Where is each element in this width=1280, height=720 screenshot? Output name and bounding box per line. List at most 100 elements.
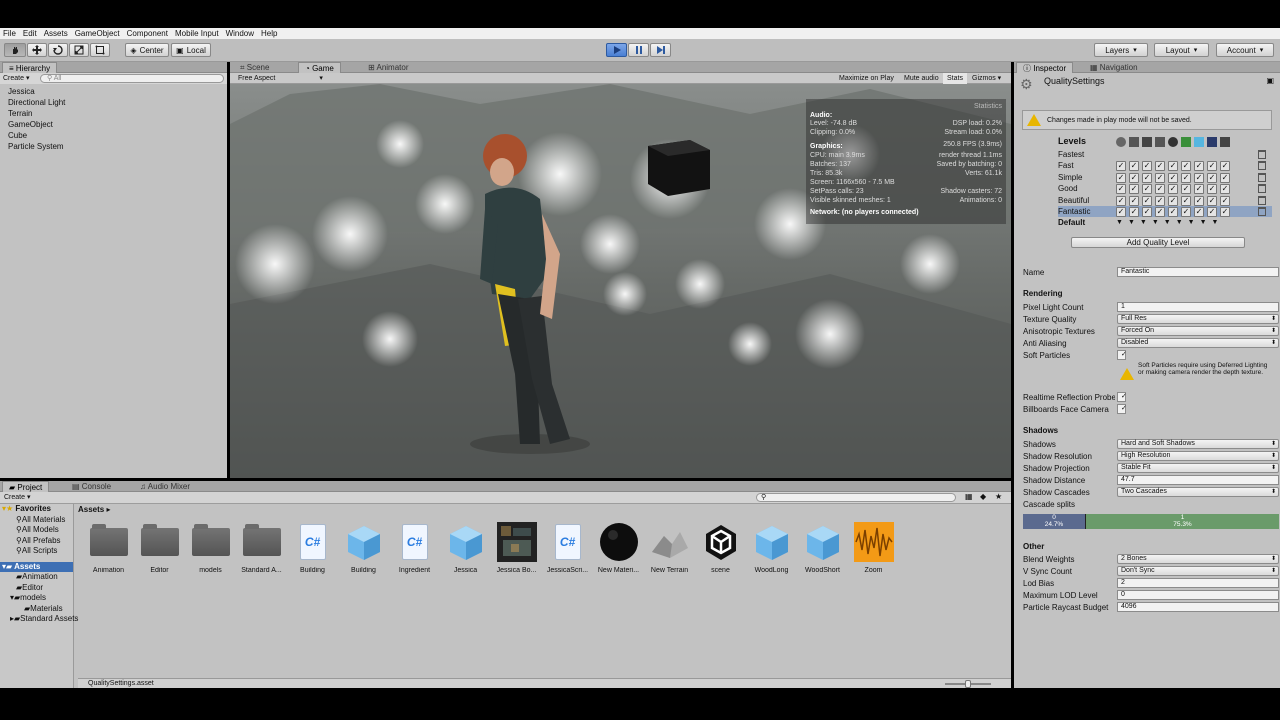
move-tool-button[interactable] [27,43,47,57]
lod-bias-input[interactable]: 2 [1117,578,1279,588]
raycast-budget-input[interactable]: 4096 [1117,602,1279,612]
tree-item[interactable]: ⚲All Models [0,525,73,536]
hierarchy-item[interactable]: Cube [0,130,227,141]
tree-item[interactable]: ⚲All Scripts [0,546,73,557]
checkbox[interactable]: ✓ [1207,161,1217,172]
chevron-down-icon[interactable]: ▼ [1116,217,1123,228]
asset-item[interactable]: Jessica Bo... [491,521,542,574]
hierarchy-item[interactable]: GameObject [0,119,227,130]
shadow-projection-select[interactable]: Stable Fit [1117,463,1279,473]
checkbox[interactable]: ✓ [1207,172,1217,183]
asset-item[interactable]: WoodShort [797,521,848,574]
checkbox[interactable]: ✓ [1207,206,1217,217]
checkbox[interactable]: ✓ [1116,184,1126,195]
checkbox[interactable]: ✓ [1155,195,1165,206]
checkbox[interactable]: ✓ [1194,184,1204,195]
checkbox[interactable]: ✓ [1155,161,1165,172]
menu-mobile-input[interactable]: Mobile Input [172,29,223,38]
menu-window[interactable]: Window [223,29,258,38]
stats-toggle[interactable]: Stats [943,73,967,84]
soft-particles-checkbox[interactable]: ✓ [1117,350,1127,360]
scale-tool-button[interactable] [69,43,89,57]
trash-icon[interactable] [1258,195,1266,205]
checkbox[interactable]: ✓ [1129,206,1139,217]
checkbox[interactable]: ✓ [1155,172,1165,183]
checkbox[interactable]: ✓ [1181,195,1191,206]
realtime-reflection-checkbox[interactable]: ✓ [1117,392,1127,402]
cascade-split-1[interactable]: 1 75.3% [1086,514,1279,529]
trash-icon[interactable] [1258,161,1266,171]
asset-item[interactable]: Editor [134,521,185,574]
checkbox[interactable]: ✓ [1116,161,1126,172]
checkbox[interactable]: ✓ [1220,184,1230,195]
trash-icon[interactable] [1258,184,1266,194]
checkbox[interactable]: ✓ [1116,172,1126,183]
tree-item[interactable]: ⚲All Prefabs [0,536,73,547]
menu-component[interactable]: Component [124,29,172,38]
blend-weights-select[interactable]: 2 Bones [1117,554,1279,564]
checkbox[interactable]: ✓ [1116,206,1126,217]
texture-quality-select[interactable]: Full Res [1117,314,1279,324]
layers-dropdown[interactable]: Layers [1094,43,1148,57]
pixel-light-count-input[interactable]: 1 [1117,302,1279,312]
checkbox[interactable]: ✓ [1220,172,1230,183]
hand-tool-button[interactable] [4,43,26,57]
asset-item[interactable]: C# Ingredient [389,521,440,574]
tree-item[interactable]: ▾▰models [0,593,73,604]
checkbox[interactable]: ✓ [1220,161,1230,172]
chevron-down-icon[interactable]: ▼ [1128,217,1135,228]
checkbox[interactable]: ✓ [1168,184,1178,195]
add-quality-level-button[interactable]: Add Quality Level [1071,237,1245,248]
tree-item[interactable]: ▰Editor [0,583,73,594]
chevron-down-icon[interactable]: ▼ [1152,217,1159,228]
pivot-center-button[interactable]: ◈ Center [125,43,169,57]
max-lod-input[interactable]: 0 [1117,590,1279,600]
hierarchy-search-input[interactable]: ⚲ All [40,74,224,83]
aspect-dropdown[interactable]: Free Aspect ▾ [234,73,327,84]
tab-console[interactable]: ▤ Console [66,481,117,492]
tree-item[interactable]: ⚲All Materials [0,515,73,526]
account-dropdown[interactable]: Account [1216,43,1274,57]
chevron-down-icon[interactable]: ▼ [1200,217,1207,228]
anisotropic-select[interactable]: Forced On [1117,326,1279,336]
checkbox[interactable]: ✓ [1207,184,1217,195]
anti-aliasing-select[interactable]: Disabled [1117,338,1279,348]
quality-level-row[interactable]: Fast ✓ ✓ ✓ ✓ ✓ ✓ ✓ ✓ ✓ [1058,160,1272,172]
checkbox[interactable]: ✓ [1194,161,1204,172]
asset-item[interactable]: Jessica [440,521,491,574]
checkbox[interactable]: ✓ [1220,206,1230,217]
chevron-down-icon[interactable]: ▼ [1176,217,1183,228]
checkbox[interactable]: ✓ [1168,195,1178,206]
checkbox[interactable]: ✓ [1168,206,1178,217]
tab-navigation[interactable]: ▦ Navigation [1084,62,1144,73]
menu-help[interactable]: Help [258,29,281,38]
asset-item[interactable]: models [185,521,236,574]
gizmos-dropdown[interactable]: Gizmos ▾ [968,73,1005,84]
slider-handle[interactable] [965,680,971,688]
tab-audio-mixer[interactable]: ♫ Audio Mixer [134,481,196,492]
asset-item[interactable]: C# JessicaScri... [542,521,593,574]
checkbox[interactable]: ✓ [1142,184,1152,195]
checkbox[interactable]: ✓ [1181,184,1191,195]
checkbox[interactable]: ✓ [1129,172,1139,183]
checkbox[interactable]: ✓ [1142,206,1152,217]
asset-item[interactable]: Animation [83,521,134,574]
checkbox[interactable]: ✓ [1168,161,1178,172]
tree-favorites[interactable]: ▾★ Favorites [0,504,73,515]
checkbox[interactable]: ✓ [1181,172,1191,183]
checkbox[interactable]: ✓ [1168,172,1178,183]
chevron-down-icon[interactable]: ▼ [1140,217,1147,228]
asset-item[interactable]: Building [338,521,389,574]
trash-icon[interactable] [1258,172,1266,182]
tab-game[interactable]: ◔ Game [298,62,341,73]
hierarchy-item[interactable]: Terrain [0,108,227,119]
menu-assets[interactable]: Assets [41,29,72,38]
checkbox[interactable]: ✓ [1142,195,1152,206]
vsync-select[interactable]: Don't Sync [1117,566,1279,576]
shadow-resolution-select[interactable]: High Resolution [1117,451,1279,461]
project-search-input[interactable]: ⚲ [756,493,956,502]
tab-hierarchy[interactable]: ≡ Hierarchy [2,62,58,73]
step-button[interactable] [650,43,671,57]
quality-level-row[interactable]: Good ✓ ✓ ✓ ✓ ✓ ✓ ✓ ✓ ✓ [1058,183,1272,195]
mute-audio-toggle[interactable]: Mute audio [900,73,943,84]
